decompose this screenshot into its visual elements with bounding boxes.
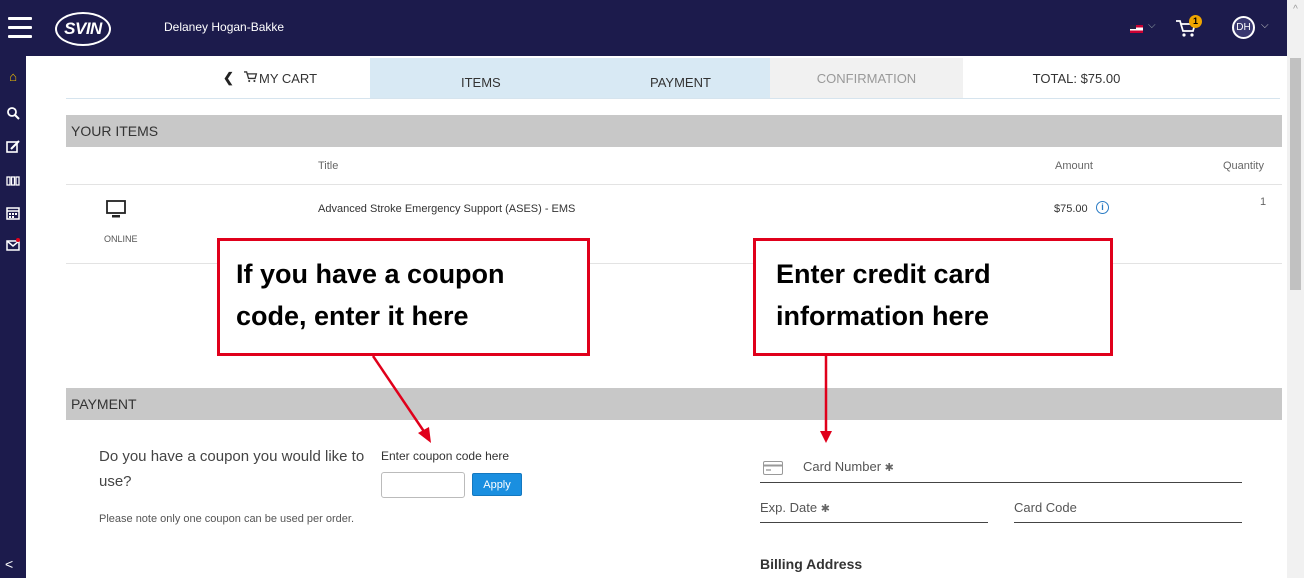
card-number-underline xyxy=(760,482,1242,483)
step-label: ITEMS xyxy=(461,75,501,90)
checkout-steps: ❮ MY CART ITEMS PAYMENT CONFIRMATION TOT… xyxy=(190,58,1190,98)
chevron-left-icon: ❮ xyxy=(223,70,234,85)
coupon-arrowhead xyxy=(418,427,431,443)
chevron-down-icon[interactable]: ⌵ xyxy=(1148,20,1156,31)
column-amount: Amount xyxy=(1055,160,1093,172)
card-number-field[interactable]: Card Number ✱ xyxy=(803,459,894,474)
scroll-up-icon[interactable]: ^ xyxy=(1287,4,1304,15)
exp-date-label: Exp. Date xyxy=(760,500,818,515)
column-title: Title xyxy=(318,160,339,172)
course-amount: $75.00 xyxy=(1054,203,1088,215)
divider xyxy=(66,98,1280,99)
total-label: TOTAL: $75.00 xyxy=(1032,71,1121,86)
required-mark: ✱ xyxy=(820,503,830,515)
search-icon[interactable] xyxy=(6,106,20,120)
card-number-label: Card Number xyxy=(803,459,882,474)
mail-icon[interactable] xyxy=(6,238,20,252)
callout-line: code, enter it here xyxy=(236,301,469,331)
step-label: CONFIRMATION xyxy=(816,71,917,86)
column-quantity: Quantity xyxy=(1223,160,1264,172)
info-icon[interactable]: i xyxy=(1096,201,1109,214)
step-payment-label[interactable]: PAYMENT xyxy=(650,75,711,90)
credit-card-icon xyxy=(763,461,783,475)
billing-address-heading: Billing Address xyxy=(760,556,863,572)
coupon-input[interactable] xyxy=(381,472,465,498)
coupon-callout: If you have a coupon code, enter it here xyxy=(217,238,590,356)
coupon-question: Do you have a coupon you would like to u… xyxy=(99,448,365,490)
step-items[interactable]: ITEMS PAYMENT xyxy=(370,58,770,98)
top-bar: SVIN Delaney Hogan-Bakke ⌵ 1 DH ⌵ xyxy=(0,0,1304,56)
callout-line: information here xyxy=(776,301,990,331)
required-mark: ✱ xyxy=(884,462,894,474)
cart-icon xyxy=(244,71,258,83)
cart-count-badge: 1 xyxy=(1189,15,1202,28)
exp-date-field[interactable]: Exp. Date ✱ xyxy=(760,500,830,515)
divider xyxy=(66,184,1282,185)
payment-header: PAYMENT xyxy=(66,388,1282,420)
avatar[interactable]: DH xyxy=(1232,16,1255,39)
scrollbar[interactable]: ^ xyxy=(1287,0,1304,578)
card-code-label: Card Code xyxy=(1014,500,1077,515)
course-title: Advanced Stroke Emergency Support (ASES)… xyxy=(318,203,576,215)
scrollbar-thumb[interactable] xyxy=(1290,58,1301,290)
share-icon[interactable]: < xyxy=(5,556,13,572)
home-icon[interactable]: ⌂ xyxy=(6,70,20,84)
menu-icon[interactable] xyxy=(8,17,32,39)
left-sidebar: ⌂ < xyxy=(0,56,26,578)
coupon-label: Enter coupon code here xyxy=(381,449,510,463)
step-label: MY CART xyxy=(259,71,318,86)
order-total: TOTAL: $75.00 xyxy=(963,58,1190,98)
exp-date-underline xyxy=(760,522,988,523)
edit-icon[interactable] xyxy=(6,140,20,154)
library-icon[interactable] xyxy=(6,174,20,188)
callout-line: If you have a coupon xyxy=(236,259,505,289)
monitor-icon xyxy=(106,200,126,218)
card-code-field[interactable]: Card Code xyxy=(1014,500,1077,515)
chevron-down-icon[interactable]: ⌵ xyxy=(1261,20,1269,31)
card-code-underline xyxy=(1014,522,1242,523)
your-items-header: YOUR ITEMS xyxy=(66,115,1282,147)
us-flag-icon[interactable] xyxy=(1130,25,1143,33)
callout-line: Enter credit card xyxy=(776,259,991,289)
credit-card-callout: Enter credit card information here xyxy=(753,238,1113,356)
step-my-cart[interactable]: ❮ MY CART xyxy=(190,58,370,98)
cc-arrowhead xyxy=(820,431,832,443)
course-type: ONLINE xyxy=(104,234,138,244)
coupon-note: Please note only one coupon can be used … xyxy=(99,513,355,525)
calendar-icon[interactable] xyxy=(6,206,20,220)
user-name: Delaney Hogan-Bakke xyxy=(164,20,285,34)
apply-button[interactable]: Apply xyxy=(472,473,522,496)
course-quantity: 1 xyxy=(1260,196,1267,208)
svin-logo[interactable]: SVIN xyxy=(55,12,111,46)
step-confirmation: CONFIRMATION xyxy=(770,58,963,98)
